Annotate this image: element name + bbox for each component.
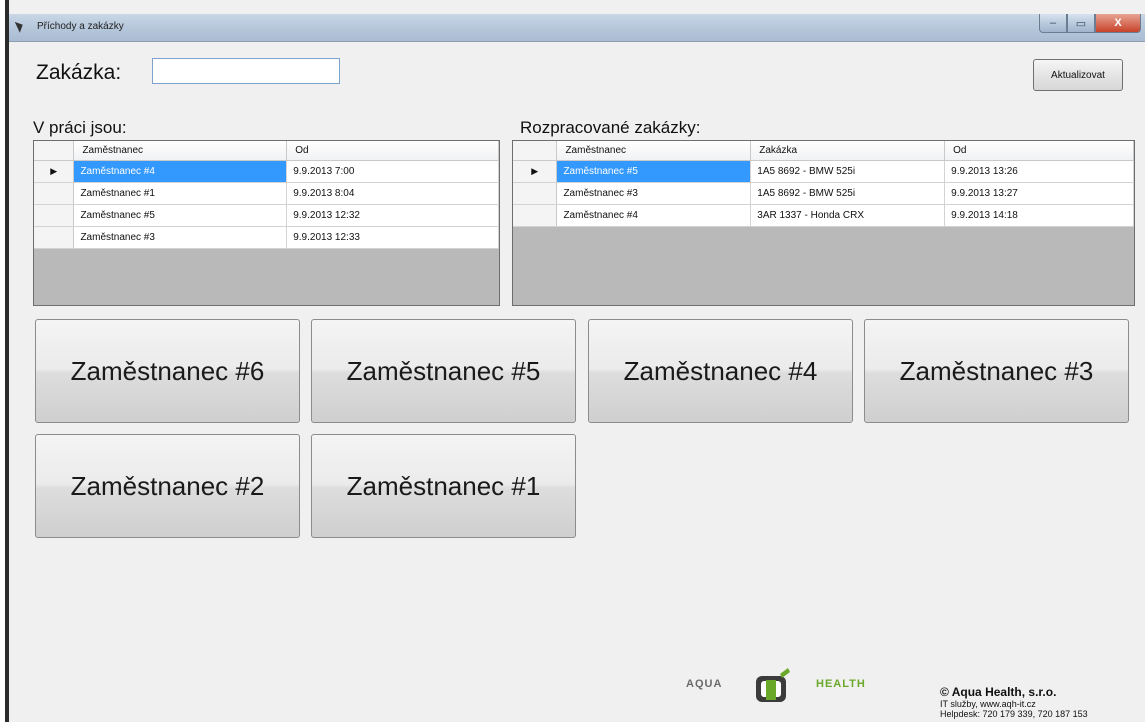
- cell-employee[interactable]: Zaměstnanec #5: [556, 160, 752, 183]
- row-header[interactable]: [34, 204, 75, 227]
- logo-text-aqua: AQUA: [686, 678, 723, 690]
- window-title: Příchody a zakázky: [37, 21, 124, 32]
- cell-employee[interactable]: Zaměstnanec #5: [73, 204, 288, 227]
- table-row[interactable]: ▶ Zaměstnanec #5 1A5 8692 - BMW 525i 9.9…: [513, 160, 1134, 183]
- aqua-health-logo: AQUA HEALTH: [686, 650, 900, 720]
- table-row[interactable]: Zaměstnanec #1 9.9.2013 8:04: [34, 182, 499, 205]
- title-bar[interactable]: Příchody a zakázky – ▭ X: [9, 14, 1145, 42]
- row-header[interactable]: [513, 182, 558, 205]
- employee-4-button[interactable]: Zaměstnanec #4: [588, 319, 853, 423]
- cell-employee[interactable]: Zaměstnanec #1: [73, 182, 288, 205]
- cell-since[interactable]: 9.9.2013 13:27: [944, 182, 1134, 205]
- row-header[interactable]: [34, 226, 75, 249]
- cell-order[interactable]: 1A5 8692 - BMW 525i: [750, 160, 946, 183]
- working-grid-header: Zaměstnanec Od: [34, 141, 499, 161]
- orders-in-progress-grid[interactable]: Zaměstnanec Zakázka Od ▶ Zaměstnanec #5 …: [512, 140, 1135, 306]
- working-grid[interactable]: Zaměstnanec Od ▶ Zaměstnanec #4 9.9.2013…: [33, 140, 500, 306]
- cell-order[interactable]: 3AR 1337 - Honda CRX: [750, 204, 946, 227]
- cell-since[interactable]: 9.9.2013 8:04: [286, 182, 499, 205]
- column-header-since[interactable]: Od: [944, 141, 1134, 161]
- cell-employee[interactable]: Zaměstnanec #4: [73, 160, 288, 183]
- current-row-indicator[interactable]: ▶: [513, 160, 558, 183]
- cell-since[interactable]: 9.9.2013 7:00: [286, 160, 499, 183]
- window-left-edge: [0, 0, 9, 722]
- refresh-button[interactable]: Aktualizovat: [1033, 59, 1123, 91]
- employee-2-button[interactable]: Zaměstnanec #2: [35, 434, 300, 538]
- close-button[interactable]: X: [1095, 14, 1141, 33]
- cell-since[interactable]: 9.9.2013 14:18: [944, 204, 1134, 227]
- employee-5-button[interactable]: Zaměstnanec #5: [311, 319, 576, 423]
- column-header-employee[interactable]: Zaměstnanec: [556, 141, 752, 161]
- table-row[interactable]: Zaměstnanec #4 3AR 1337 - Honda CRX 9.9.…: [513, 204, 1134, 227]
- order-label: Zakázka:: [36, 61, 122, 84]
- column-header-employee[interactable]: Zaměstnanec: [73, 141, 288, 161]
- table-row[interactable]: Zaměstnanec #3 1A5 8692 - BMW 525i 9.9.2…: [513, 182, 1134, 205]
- working-label: V práci jsou:: [33, 118, 127, 137]
- services-line: IT služby, www.aqh-it.cz: [940, 699, 1036, 709]
- row-header[interactable]: [513, 204, 558, 227]
- orders-grid-header: Zaměstnanec Zakázka Od: [513, 141, 1134, 161]
- cell-employee[interactable]: Zaměstnanec #4: [556, 204, 752, 227]
- column-header-since[interactable]: Od: [286, 141, 499, 161]
- logo-text-health: HEALTH: [816, 678, 866, 690]
- helpdesk-line: Helpdesk: 720 179 339, 720 187 153: [940, 709, 1088, 719]
- order-input[interactable]: [152, 58, 340, 84]
- orders-in-progress-label: Rozpracované zakázky:: [520, 118, 701, 137]
- cell-since[interactable]: 9.9.2013 13:26: [944, 160, 1134, 183]
- employee-6-button[interactable]: Zaměstnanec #6: [35, 319, 300, 423]
- table-row[interactable]: ▶ Zaměstnanec #4 9.9.2013 7:00: [34, 160, 499, 183]
- window-controls: – ▭ X: [1039, 14, 1141, 33]
- row-header-corner: [34, 141, 75, 161]
- row-header-corner: [513, 141, 558, 161]
- cell-since[interactable]: 9.9.2013 12:33: [286, 226, 499, 249]
- row-header[interactable]: [34, 182, 75, 205]
- cell-employee[interactable]: Zaměstnanec #3: [73, 226, 288, 249]
- company-name: © Aqua Health, s.r.o.: [940, 685, 1057, 699]
- main-window: Příchody a zakázky – ▭ X Zakázka: Aktual…: [0, 0, 1145, 722]
- app-cursor-icon: [14, 19, 26, 33]
- table-row[interactable]: Zaměstnanec #3 9.9.2013 12:33: [34, 226, 499, 249]
- minimize-button[interactable]: –: [1039, 14, 1067, 33]
- logo-mark-icon: [756, 668, 790, 702]
- current-row-indicator[interactable]: ▶: [34, 160, 75, 183]
- copyright-block: © Aqua Health, s.r.o. IT služby, www.aqh…: [940, 685, 1088, 719]
- cell-order[interactable]: 1A5 8692 - BMW 525i: [750, 182, 946, 205]
- cell-employee[interactable]: Zaměstnanec #3: [556, 182, 752, 205]
- table-row[interactable]: Zaměstnanec #5 9.9.2013 12:32: [34, 204, 499, 227]
- employee-1-button[interactable]: Zaměstnanec #1: [311, 434, 576, 538]
- cell-since[interactable]: 9.9.2013 12:32: [286, 204, 499, 227]
- maximize-button[interactable]: ▭: [1067, 14, 1095, 33]
- employee-3-button[interactable]: Zaměstnanec #3: [864, 319, 1129, 423]
- column-header-order[interactable]: Zakázka: [750, 141, 946, 161]
